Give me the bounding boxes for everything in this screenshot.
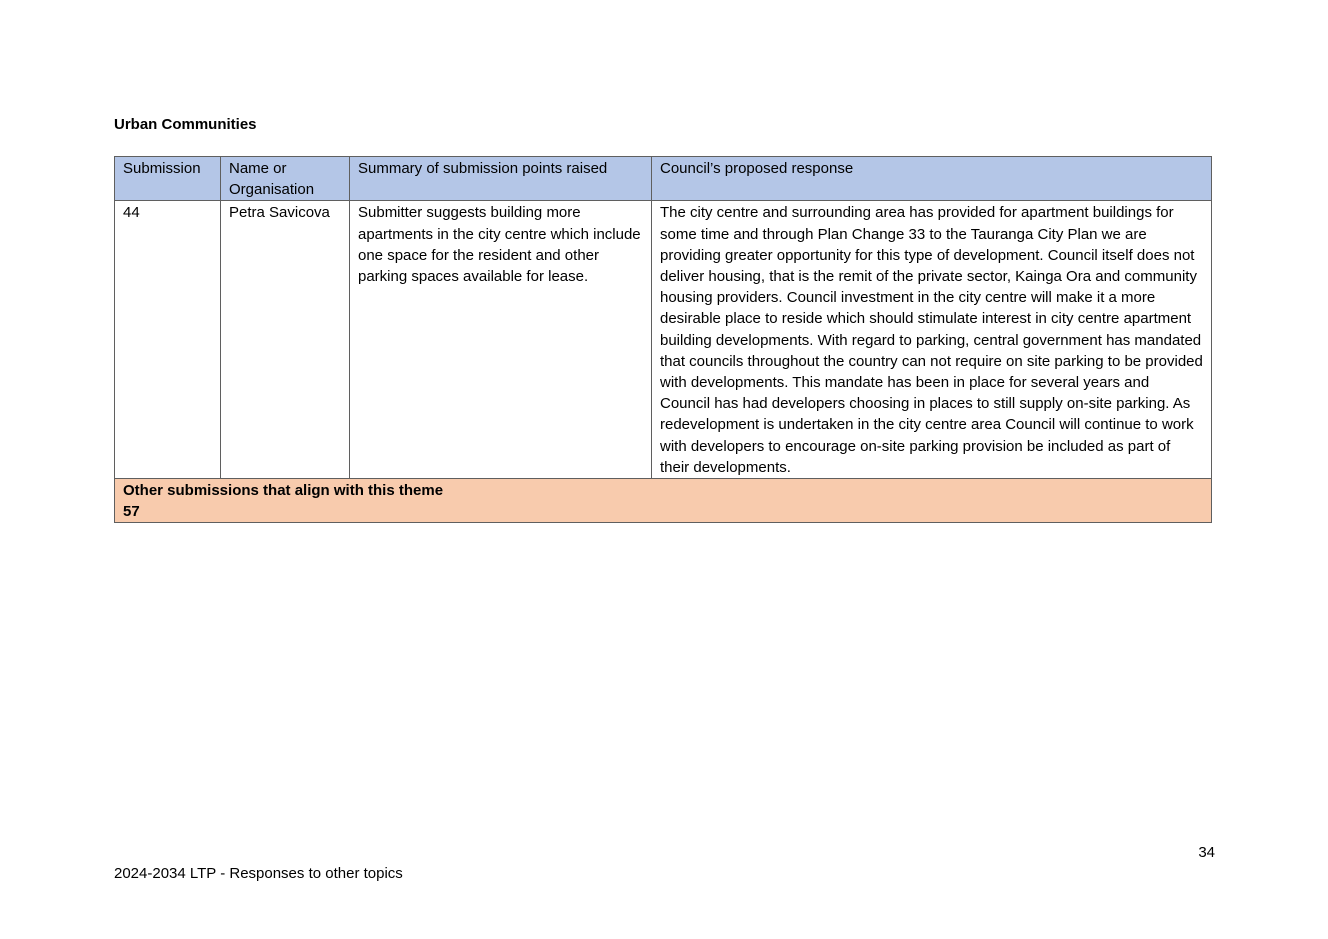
page-number: 34: [1198, 844, 1215, 861]
header-council-response: Council’s proposed response: [651, 155, 1212, 202]
aligned-submissions-row: Other submissions that align with this t…: [114, 478, 1212, 524]
header-name-or-organisation: Name or Organisation: [220, 155, 350, 202]
table-header-row: Submission Name or Organisation Summary …: [114, 155, 1212, 202]
header-submission: Submission: [114, 155, 221, 202]
document-footer: 2024-2034 LTP - Responses to other topic…: [114, 865, 403, 882]
table-row: 44 Petra Savicova Submitter suggests bui…: [114, 200, 1212, 480]
section-title: Urban Communities: [114, 116, 257, 133]
aligned-submissions-label: Other submissions that align with this t…: [123, 482, 444, 500]
cell-submitter-name: Petra Savicova: [220, 200, 350, 480]
cell-summary: Submitter suggests building more apartme…: [349, 200, 652, 480]
cell-council-response: The city centre and surrounding area has…: [651, 200, 1212, 480]
header-summary: Summary of submission points raised: [349, 155, 652, 202]
submissions-table: Submission Name or Organisation Summary …: [114, 155, 1212, 524]
aligned-submissions-value: 57: [123, 503, 140, 521]
cell-submission-number: 44: [114, 200, 221, 480]
aligned-submissions-cell: Other submissions that align with this t…: [114, 478, 1212, 524]
